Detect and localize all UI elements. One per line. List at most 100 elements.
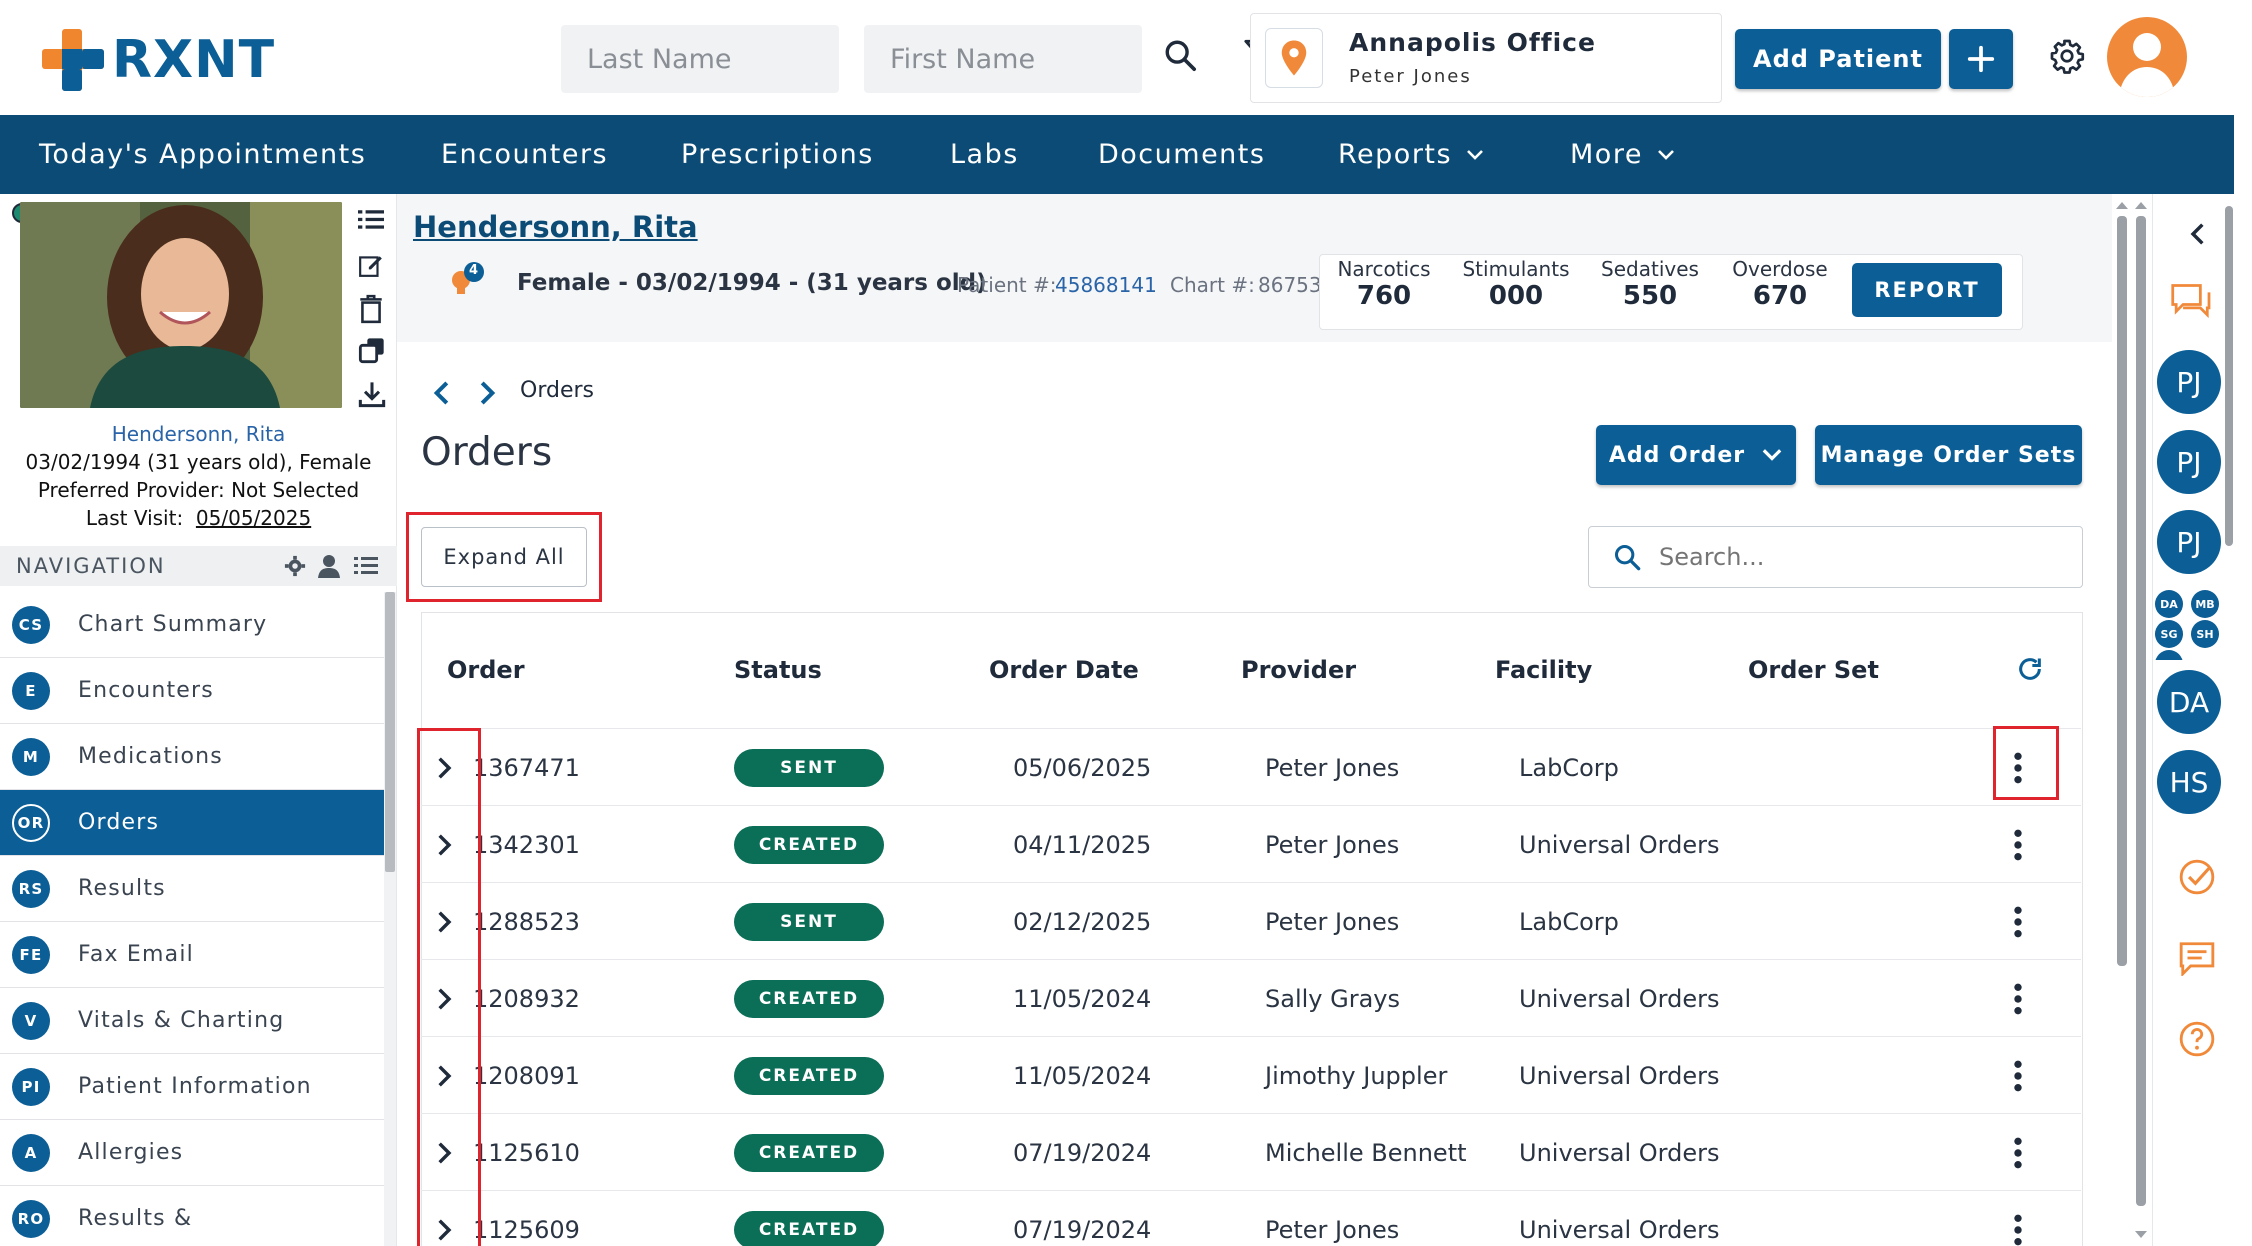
col-header-provider[interactable]: Provider (1241, 656, 1356, 684)
message-icon[interactable] (2178, 940, 2216, 976)
gear-icon[interactable] (284, 555, 306, 577)
nav-labs[interactable]: Labs (950, 115, 1019, 194)
main-scrollbar-area[interactable] (2112, 194, 2148, 1246)
nav-item-orders[interactable]: OR Orders (0, 790, 384, 856)
col-header-order-date[interactable]: Order Date (989, 656, 1139, 684)
person-icon[interactable] (318, 554, 340, 578)
add-plus-button[interactable] (1949, 29, 2013, 89)
last-visit-date[interactable]: 05/05/2025 (196, 506, 311, 530)
nav-scrollbar-track[interactable] (384, 592, 396, 1246)
row-menu-kebab-icon[interactable] (2013, 1191, 2023, 1246)
orders-search-box[interactable] (1588, 526, 2083, 588)
alert-bulb-icon[interactable]: 4 (447, 260, 487, 300)
row-menu-kebab-icon[interactable] (2013, 960, 2023, 1037)
page-scrollbar-thumb[interactable] (2136, 216, 2146, 1206)
list-icon[interactable] (358, 208, 384, 232)
table-row[interactable]: 1342301 CREATED 04/11/2025 Peter Jones Unive… (421, 805, 2081, 882)
nav-item-results-orders[interactable]: RO Results & (0, 1186, 384, 1246)
first-name-input[interactable] (864, 25, 1142, 93)
status-cell: CREATED (734, 960, 884, 1037)
table-row[interactable]: 1208932 CREATED 11/05/2024 Sally Grays Unive… (421, 959, 2081, 1036)
nav-more[interactable]: More (1570, 115, 1675, 194)
table-row[interactable]: 1288523 SENT 02/12/2025 Peter Jones LabCorp (421, 882, 2081, 959)
pdmp-stat-sedatives: Sedatives 550 (1590, 257, 1710, 311)
nav-abbr-badge: M (12, 737, 50, 776)
row-menu-kebab-icon[interactable] (2013, 1037, 2023, 1114)
collapse-left-icon[interactable] (2189, 222, 2205, 246)
patient-card-name[interactable]: Hendersonn, Rita (0, 420, 397, 448)
nav-item-vitals-charting[interactable]: V Vitals & Charting (0, 988, 384, 1054)
table-row[interactable]: 1367471 SENT 05/06/2025 Peter Jones LabCorp (421, 728, 2081, 805)
check-circle-icon[interactable] (2178, 858, 2216, 896)
nav-todays-appointments[interactable]: Today's Appointments (39, 115, 366, 194)
nav-item-patient-information[interactable]: PI Patient Information (0, 1054, 384, 1120)
main-scrollbar-thumb[interactable] (2117, 216, 2127, 966)
row-menu-kebab-icon[interactable] (2013, 883, 2023, 960)
nav-item-fax-email[interactable]: FE Fax Email (0, 922, 384, 988)
staff-avatar-hs[interactable]: HS (2157, 750, 2221, 814)
expand-all-button[interactable]: Expand All (421, 527, 587, 587)
table-row[interactable]: 1125609 CREATED 07/19/2024 Peter Jones Unive… (421, 1190, 2081, 1246)
last-name-input[interactable] (561, 25, 839, 93)
refresh-icon[interactable] (2016, 655, 2044, 683)
row-menu-kebab-icon[interactable] (2013, 806, 2023, 883)
status-cell: SENT (734, 883, 884, 960)
table-row[interactable]: 1125610 CREATED 07/19/2024 Michelle Bennett… (421, 1113, 2081, 1190)
row-menu-kebab-icon[interactable] (2013, 1114, 2023, 1191)
office-selector[interactable]: Annapolis Office Peter Jones (1250, 13, 1722, 103)
rail-scrollbar[interactable] (2223, 194, 2235, 1246)
add-order-button[interactable]: Add Order (1596, 425, 1796, 485)
download-icon[interactable] (358, 380, 386, 408)
nav-label: Encounters (441, 139, 609, 170)
patient-name-link[interactable]: Hendersonn, Rita (413, 210, 698, 244)
staff-avatar-pj[interactable]: PJ (2157, 510, 2221, 574)
orders-search-input[interactable] (1659, 535, 2059, 579)
nav-item-allergies[interactable]: A Allergies (0, 1120, 384, 1186)
alert-count: 4 (469, 263, 479, 278)
scroll-up-icon[interactable] (2134, 200, 2148, 210)
list-icon[interactable] (354, 555, 378, 577)
nav-item-label: Chart Summary (78, 612, 268, 637)
date-cell: 11/05/2024 (1013, 984, 1152, 1013)
col-header-facility[interactable]: Facility (1495, 656, 1592, 684)
mini-avatar: TD (2155, 650, 2183, 660)
nav-reports[interactable]: Reports (1338, 115, 1484, 194)
add-patient-button[interactable]: Add Patient (1735, 29, 1941, 89)
nav-documents[interactable]: Documents (1098, 115, 1265, 194)
col-header-order-set[interactable]: Order Set (1748, 656, 1879, 684)
trash-icon[interactable] (358, 294, 384, 324)
forward-arrow-icon[interactable] (479, 380, 497, 406)
nav-encounters[interactable]: Encounters (441, 115, 608, 194)
chat-bubbles-icon[interactable] (2169, 282, 2211, 320)
nav-item-medications[interactable]: M Medications (0, 724, 384, 790)
col-header-status[interactable]: Status (734, 656, 822, 684)
mini-avatar-group[interactable]: DA MB SG SH TD (2155, 590, 2225, 660)
nav-scrollbar-thumb[interactable] (385, 592, 395, 872)
back-arrow-icon[interactable] (432, 380, 450, 406)
help-icon[interactable] (2178, 1020, 2216, 1058)
manage-order-sets-button[interactable]: Manage Order Sets (1815, 425, 2082, 485)
search-icon[interactable] (1163, 38, 1197, 72)
nav-item-results[interactable]: RS Results (0, 856, 384, 922)
col-header-order[interactable]: Order (447, 656, 525, 684)
edit-icon[interactable] (358, 252, 384, 278)
staff-avatar-da[interactable]: DA (2157, 670, 2221, 734)
nav-item-chart-summary[interactable]: CS Chart Summary (0, 592, 384, 658)
pdmp-report-button[interactable]: REPORT (1852, 263, 2002, 317)
staff-avatar-pj[interactable]: PJ (2157, 430, 2221, 494)
nav-label: Labs (950, 139, 1019, 170)
copy-icon[interactable] (358, 336, 386, 364)
pdmp-stat-label: Sedatives (1601, 257, 1699, 281)
nav-item-encounters[interactable]: E Encounters (0, 658, 384, 724)
table-row[interactable]: 1208091 CREATED 11/05/2024 Jimothy Juppler U… (421, 1036, 2081, 1113)
nav-prescriptions[interactable]: Prescriptions (681, 115, 874, 194)
scroll-down-icon[interactable] (2134, 1230, 2148, 1240)
user-avatar[interactable] (2107, 17, 2187, 97)
staff-avatar-pj[interactable]: PJ (2157, 350, 2221, 414)
rail-scrollbar-thumb[interactable] (2225, 206, 2233, 546)
scroll-up-icon[interactable] (2115, 200, 2129, 210)
rxnt-logo[interactable]: RXNT (42, 29, 275, 91)
gear-icon[interactable] (2049, 38, 2085, 74)
facility-cell: Universal Orders (1519, 830, 1720, 859)
navigation-title: NAVIGATION (16, 554, 166, 578)
